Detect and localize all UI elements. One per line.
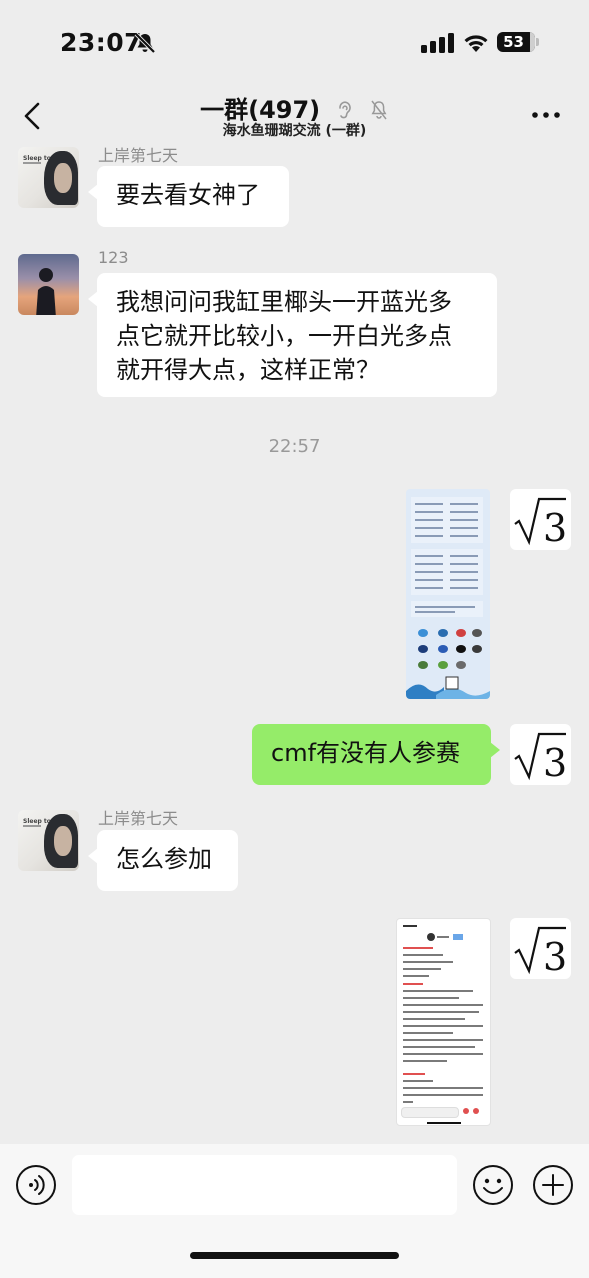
status-bar: 23:07 53 <box>0 0 589 88</box>
battery-level: 53 <box>503 33 524 51</box>
bell-slash-icon <box>134 32 156 54</box>
chat-subtitle: 海水鱼珊瑚交流 (一群) <box>222 123 367 139</box>
avatar[interactable]: Sleep to <box>18 147 79 208</box>
message-line: 我想问问我缸里椰头一开蓝光多 <box>116 288 452 316</box>
message-bubble[interactable]: cmf有没有人参赛 <box>252 724 500 785</box>
voice-icon[interactable] <box>15 1164 57 1206</box>
chat-history[interactable]: Sleep to 上岸第七天 要去看女神了 123 我想问问我缸里椰头一开蓝光多… <box>0 144 589 1144</box>
plus-icon[interactable] <box>532 1164 574 1206</box>
sqrt3-icon: 3 <box>514 497 567 550</box>
timestamp: 22:57 <box>268 436 321 457</box>
sqrt3-icon: 3 <box>514 732 567 785</box>
home-indicator[interactable] <box>190 1252 399 1259</box>
message-bubble[interactable]: 怎么参加 <box>88 830 238 891</box>
sender-name: 123 <box>98 248 129 267</box>
avatar[interactable]: Sleep to <box>18 810 79 871</box>
avatar[interactable]: 3 <box>510 724 571 785</box>
status-time: 23:07 <box>60 28 143 57</box>
message-input[interactable] <box>72 1155 457 1215</box>
screenshot-image[interactable] <box>396 918 491 1126</box>
svg-text:3: 3 <box>543 935 567 979</box>
avatar[interactable] <box>18 254 79 315</box>
sqrt3-icon: 3 <box>514 926 567 979</box>
chat-header: 一群(497) 海水鱼珊瑚交流 (一群) <box>0 88 589 144</box>
bell-slash-icon <box>371 100 387 120</box>
sender-name: 上岸第七天 <box>98 146 179 165</box>
sender-name: 上岸第七天 <box>98 809 179 828</box>
svg-text:3: 3 <box>543 506 567 550</box>
avatar[interactable]: 3 <box>510 489 571 550</box>
poster-image[interactable] <box>406 489 490 699</box>
battery-icon: 53 <box>497 32 541 54</box>
message-line: 就开得大点，这样正常？ <box>116 356 380 384</box>
message-bubble[interactable]: 要去看女神了 <box>88 166 289 227</box>
message-bubble[interactable]: 我想问问我缸里椰头一开蓝光多 点它就开比较小，一开白光多点 就开得大点，这样正常… <box>88 273 497 397</box>
wifi-icon <box>464 35 488 52</box>
more-icon[interactable] <box>531 110 561 120</box>
signal-icon <box>421 33 454 53</box>
emoji-icon[interactable] <box>472 1164 514 1206</box>
svg-text:3: 3 <box>543 741 567 785</box>
message-line: 点它就开比较小，一开白光多点 <box>116 322 452 350</box>
avatar[interactable]: 3 <box>510 918 571 979</box>
ear-icon <box>338 101 351 119</box>
